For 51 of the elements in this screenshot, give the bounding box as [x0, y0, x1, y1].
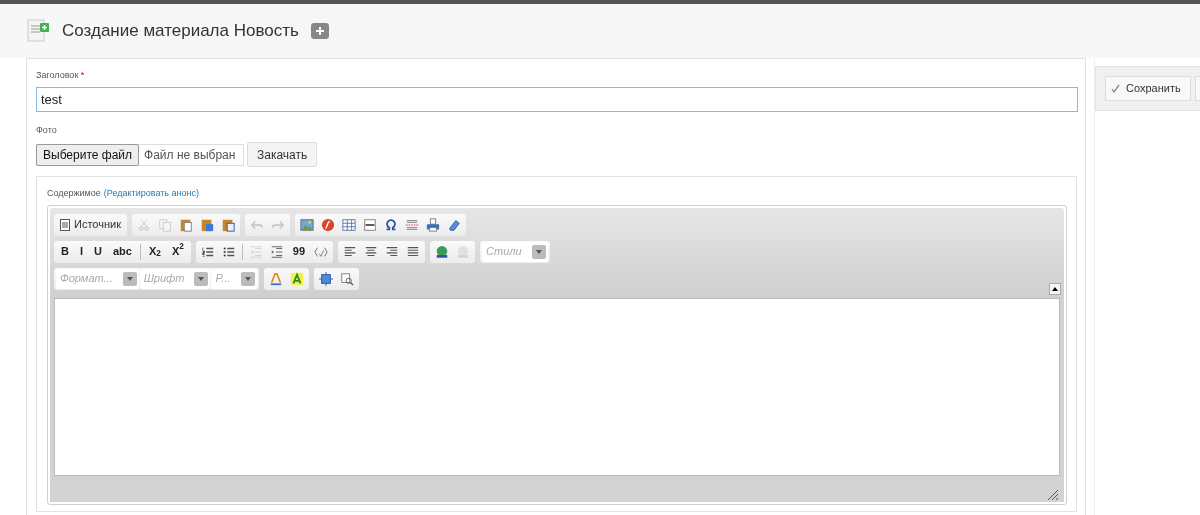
printer-icon [425, 217, 440, 232]
save-button[interactable]: Сохранить [1105, 76, 1191, 101]
align-center-icon [364, 244, 379, 259]
upload-button[interactable]: Закачать [247, 142, 318, 167]
required-mark: * [80, 70, 85, 80]
omega-icon [383, 217, 398, 232]
resize-grip-icon[interactable] [1047, 488, 1058, 500]
collapse-toolbar-button[interactable] [1049, 282, 1061, 295]
format-button[interactable]: B [56, 241, 74, 262]
format-button[interactable]: X$^{2}$ [166, 241, 189, 262]
format-button[interactable]: U [89, 241, 107, 262]
file-status: Файл не выбран [143, 146, 236, 164]
format-button[interactable]: X$_{2}$ [143, 241, 166, 262]
align-right-icon [385, 244, 400, 259]
outdent-icon [248, 244, 263, 259]
show-blocks-icon [340, 271, 355, 286]
format-button[interactable]: I [74, 241, 88, 262]
highlight-color-icon [290, 271, 305, 286]
indent-icon [269, 244, 284, 259]
edit-summary-link[interactable]: (Редактировать анонс) [103, 187, 199, 201]
triangle-up-icon [1052, 286, 1058, 291]
clipboard-icon [178, 217, 193, 232]
plus-icon [314, 26, 325, 36]
document-icon [60, 218, 70, 231]
align-left-icon [343, 244, 358, 259]
flash-icon [320, 217, 335, 232]
add-button[interactable] [310, 23, 329, 39]
format-button[interactable]: 99 [287, 241, 311, 262]
source-button[interactable]: Источник [56, 214, 125, 235]
field-label: Содержимое [47, 187, 101, 200]
check-icon [1111, 84, 1120, 93]
title-input[interactable]: test [36, 86, 1078, 112]
field-label: Фото [36, 123, 58, 137]
table-icon [341, 217, 356, 232]
eraser-icon [446, 217, 461, 232]
clipboard-icon [199, 217, 214, 232]
choose-file-button[interactable]: Выберите файл [36, 143, 140, 166]
page-title: Создание материала Новость [62, 20, 299, 43]
field-label: Заголовок [36, 70, 79, 80]
file-field[interactable]: Выберите файл Файл не выбран [36, 143, 244, 166]
clipboard-icon [220, 217, 235, 232]
scissors-icon [136, 217, 151, 232]
text-color-icon [269, 271, 284, 286]
globe-link-icon [435, 244, 450, 259]
format-button[interactable]: abc [107, 241, 137, 262]
globe-unlink-icon [456, 244, 471, 259]
page-break-icon [404, 217, 419, 232]
copy-icon [157, 217, 172, 232]
maximize-icon [319, 271, 334, 286]
align-justify-icon [406, 244, 421, 259]
image-icon [299, 217, 314, 232]
